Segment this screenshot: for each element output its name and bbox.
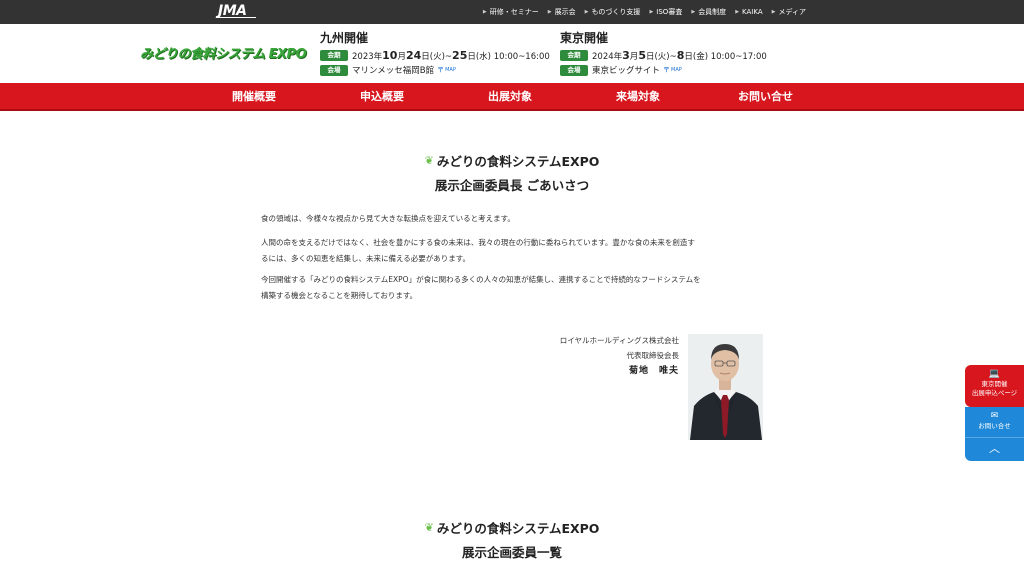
map-icon: 〒	[663, 66, 671, 74]
committee-heading: ❦ みどりの食料システムEXPO 展示企画委員一覧	[424, 521, 600, 560]
expo-logo[interactable]: みどりの食料システム EXPO	[140, 43, 307, 62]
toplink-monozukuri[interactable]: ▶ ものづくり支援	[585, 7, 641, 17]
tokyo-dates: 2024年3月5日(火)~8日(金) 10:00~17:00	[592, 48, 767, 62]
nav-visitor-target[interactable]: 来場対象	[616, 83, 660, 111]
kyushu-map-link[interactable]: 〒 MAP	[437, 65, 456, 75]
kyushu-venue-name: マリンメッセ福岡B館	[352, 66, 435, 76]
toplink-exhibition[interactable]: ▶ 展示会	[548, 7, 576, 17]
toplink-kaika[interactable]: ▶ KAIKA	[735, 8, 762, 16]
portrait-photo	[688, 334, 763, 440]
mail-icon: ✉	[990, 411, 999, 421]
chevron-up-icon: ︿	[989, 442, 1000, 455]
side-contact-button[interactable]: ✉ お問い合せ	[965, 407, 1024, 437]
jma-logo[interactable]: JMA	[215, 3, 257, 19]
toplink-iso[interactable]: ▶ ISO審査	[649, 7, 682, 17]
tokyo-map-link[interactable]: 〒 MAP	[663, 65, 682, 75]
kyushu-dates: 2023年10月24日(火)~25日(水) 10:00~16:00	[352, 48, 550, 62]
venue-badge: 会場	[320, 64, 348, 76]
company-name: ロイヤルホールディングス株式会社	[559, 336, 679, 345]
tokyo-title: 東京開催	[560, 31, 609, 45]
chevron-right-icon: ▶	[691, 9, 696, 15]
greeting-paragraph-2: 人間の命を支えるだけではなく、社会を豊かにする食の未来は、我々の現在の行動に委ね…	[261, 238, 695, 263]
nav-application[interactable]: 申込概要	[360, 83, 404, 111]
tokyo-venue-name: 東京ビッグサイト	[592, 66, 661, 76]
toplink-seminar[interactable]: ▶ 研修・セミナー	[483, 7, 539, 17]
kyushu-venue: 九州開催 会期 2023年10月24日(火)~25日(水) 10:00~16:0…	[320, 29, 550, 78]
greeting-paragraph-3: 今回開催する「みどりの食料システムEXPO」が食に関わる多くの人々の知恵が結集し…	[261, 275, 701, 300]
greeting-paragraph-1: 食の領域は、今様々な視点から見て大きな転換点を迎えていると考えます。	[261, 214, 515, 223]
venue-badge: 会場	[560, 64, 588, 76]
role-title: 代表取締役会長	[626, 351, 680, 360]
top-bar: JMA ▶ 研修・セミナー ▶ 展示会 ▶ ものづくり支援 ▶ ISO審査 ▶ 会員制度 …	[0, 0, 1024, 24]
nav-overview[interactable]: 開催概要	[232, 83, 276, 111]
site-header: みどりの食料システム EXPO 九州開催 会期 2023年10月24日(火)~2…	[0, 24, 1024, 83]
greeting-heading: ❦ みどりの食料システムEXPO 展示企画委員長 ごあいさつ	[424, 154, 600, 193]
main-nav: 開催概要 申込概要 出展対象 来場対象 お問い合せ	[0, 83, 1024, 111]
date-badge: 会期	[320, 49, 348, 61]
chevron-right-icon: ▶	[771, 9, 776, 15]
tokyo-venue: 東京開催 会期 2024年3月5日(火)~8日(金) 10:00~17:00 会…	[560, 29, 767, 78]
laptop-icon: 💻	[988, 369, 1001, 379]
person-name: 菊地 唯夫	[628, 366, 679, 376]
tokyo-application-button[interactable]: 💻 東京開催 出展申込ページ	[965, 365, 1024, 407]
toplink-media[interactable]: ▶ メディア	[772, 7, 806, 17]
nav-contact[interactable]: お問い合せ	[738, 83, 793, 111]
top-links: ▶ 研修・セミナー ▶ 展示会 ▶ ものづくり支援 ▶ ISO審査 ▶ 会員制度 ▶ KAI…	[483, 0, 806, 24]
kyushu-title: 九州開催	[320, 31, 369, 45]
chevron-right-icon: ▶	[584, 9, 589, 15]
chevron-right-icon: ▶	[547, 9, 552, 15]
nav-exhibitor-target[interactable]: 出展対象	[488, 83, 532, 111]
date-badge: 会期	[560, 49, 588, 61]
signature: ロイヤルホールディングス株式会社 代表取締役会長 菊地 唯夫	[560, 333, 679, 379]
chevron-right-icon: ▶	[735, 9, 740, 15]
chevron-right-icon: ▶	[649, 9, 654, 15]
map-icon: 〒	[437, 66, 445, 74]
toplink-membership[interactable]: ▶ 会員制度	[691, 7, 726, 17]
chevron-right-icon: ▶	[482, 9, 487, 15]
sprout-icon: ❦	[424, 154, 434, 167]
sprout-icon: ❦	[424, 521, 434, 534]
scroll-top-button[interactable]: ︿	[965, 437, 1024, 461]
